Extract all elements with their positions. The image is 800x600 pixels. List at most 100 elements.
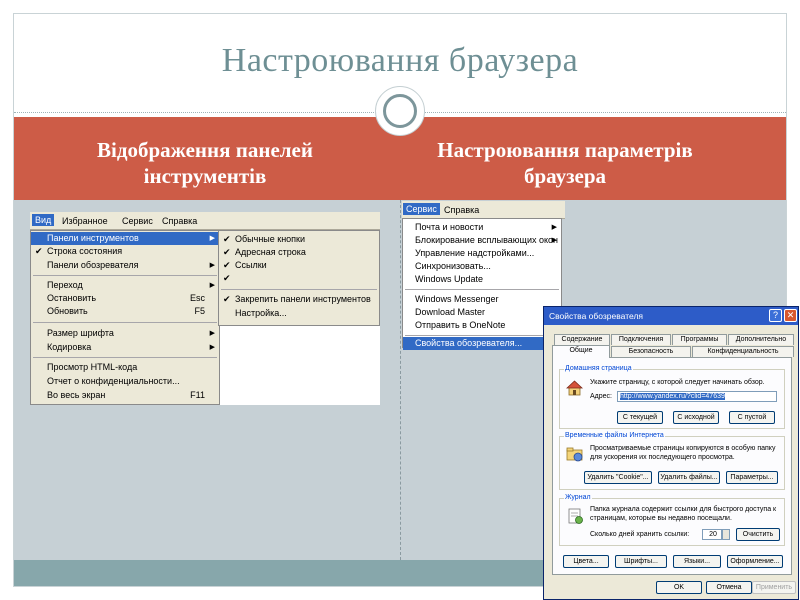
menu-separator [221,289,377,290]
internet-options-dialog: Свойства обозревателя ? ✕ Содержание Под… [543,306,799,600]
accessibility-button[interactable]: Оформление... [727,555,783,568]
arrow-right-icon: ▶ [209,344,215,351]
submenu-item-address-bar[interactable]: ✔ Адресная строка [219,246,379,259]
menu-item-explorer-bars[interactable]: Панели обозревателя ▶ [31,259,219,272]
delete-files-button[interactable]: Удалить файлы... [658,471,720,484]
decor-circle-inner [383,94,417,128]
menu-help[interactable]: Справка [444,205,479,215]
address-value: http://www.yandex.ru/?clid=47639 [620,393,725,400]
use-default-button[interactable]: С исходной [673,411,719,424]
menu-item-label: Переход [47,280,83,290]
menu-item-go-to[interactable]: Переход ▶ [31,279,219,292]
menu-item-label: Ссылки [235,260,267,270]
clear-history-button[interactable]: Очистить [736,528,780,541]
menu-view[interactable]: Вид [32,214,55,226]
menu-item-label: Почта и новости [415,222,484,232]
use-current-button[interactable]: С текущей [617,411,663,424]
temp-files-group: Временные файлы Интернета Просматриваемы… [559,432,785,490]
menu-item-label: Просмотр HTML-кода [47,362,138,372]
menu-item-refresh[interactable]: Обновить F5 [31,305,219,318]
menu-item-text-size[interactable]: Размер шрифта ▶ [31,327,219,340]
temp-description: Просматриваемые страницы копируются в ос… [590,445,776,461]
languages-button[interactable]: Языки... [673,555,721,568]
dialog-title-bar: Свойства обозревателя ? ✕ [544,307,798,325]
shortcut-key: F5 [194,306,205,316]
column-divider [400,200,401,560]
apply-button[interactable]: Применить [752,581,796,594]
menu-item-encoding[interactable]: Кодировка ▶ [31,341,219,354]
tab-privacy[interactable]: Конфиденциальность [692,346,794,357]
menu-item-label: Остановить [47,293,97,303]
submenu-item-lock-toolbars[interactable]: ✔ Закрепить панели инструментов [219,293,379,306]
history-days-label: Сколько дней хранить ссылки: [590,531,690,538]
tab-programs[interactable]: Программы [672,334,727,345]
right-column-header: Настроювання параметрів браузера [437,138,693,188]
menu-item-mail-news[interactable]: Почта и новости ▶ [403,221,561,234]
menu-item-internet-options[interactable]: Свойства обозревателя... [403,337,561,350]
menu-item-send-to-onenote[interactable]: Отправить в OneNote [403,319,561,332]
menu-item-label: Блокирование всплывающих окон [415,235,558,245]
menu-item-label: Управление надстройками... [415,248,535,258]
folder-icon [566,447,583,462]
settings-button[interactable]: Параметры... [726,471,778,484]
menu-separator [405,335,559,336]
history-description: Папка журнала содержит ссылки для быстро… [590,506,777,522]
menu-item-label: Download Master [415,307,486,317]
menu-item-full-screen[interactable]: Во весь экран F11 [31,389,219,402]
menu-item-privacy-report[interactable]: Отчет о конфиденциальности... [31,375,219,388]
tab-content[interactable]: Содержание [554,334,610,345]
check-icon: ✔ [223,260,231,270]
history-icon [568,508,583,524]
menu-item-label: Панели обозревателя [47,260,139,270]
page-blank-area [220,326,380,405]
arrow-right-icon: ▶ [209,235,215,242]
toolbars-submenu: ✔ Обычные кнопки ✔ Адресная строка ✔ Ссылки… [218,230,380,326]
menu-item-label: Адресная строка [235,247,306,257]
menu-item-manage-addons[interactable]: Управление надстройками... [403,247,561,260]
submenu-item-customize[interactable]: Настройка... [219,307,379,320]
tab-connections[interactable]: Подключения [611,334,671,345]
tools-dropdown: Почта и новости ▶ Блокирование всплывающи… [402,218,562,350]
check-icon: ✔ [223,273,231,283]
submenu-item-unlabeled[interactable]: ✔ [219,272,379,285]
close-icon[interactable]: ✕ [784,309,797,322]
shortcut-key: Esc [189,293,205,303]
menu-item-download-master[interactable]: Download Master [403,306,561,319]
menu-favorites[interactable]: Избранное [62,216,108,226]
menu-item-view-source[interactable]: Просмотр HTML-кода [31,361,219,374]
arrow-right-icon: ▶ [209,330,215,337]
tab-advanced[interactable]: Дополнительно [728,334,794,345]
delete-cookies-button[interactable]: Удалить "Cookie"... [584,471,652,484]
menu-item-stop[interactable]: Остановить Esc [31,292,219,305]
menu-item-label: Кодировка [47,342,92,352]
menu-item-toolbars[interactable]: Панели инструментов ▶ [31,232,219,245]
home-address-input[interactable]: http://www.yandex.ru/?clid=47639 [617,391,777,402]
menu-tools[interactable]: Сервис [122,216,153,226]
menu-help[interactable]: Справка [162,216,197,226]
check-icon: ✔ [35,246,43,256]
fonts-button[interactable]: Шрифты... [615,555,667,568]
check-icon: ✔ [223,234,231,244]
tab-general[interactable]: Общие [552,345,610,358]
use-blank-button[interactable]: С пустой [729,411,775,424]
left-column-header: Відображення панелей інструментів [97,138,313,188]
submenu-item-links[interactable]: ✔ Ссылки [219,259,379,272]
view-dropdown: Панели инструментов ▶ ✔ Строка состояния П… [30,230,220,405]
menu-item-synchronize[interactable]: Синхронизовать... [403,260,561,273]
cancel-button[interactable]: Отмена [706,581,752,594]
history-days-input[interactable]: 20 [702,529,722,540]
submenu-item-standard-buttons[interactable]: ✔ Обычные кнопки [219,233,379,246]
menu-item-windows-update[interactable]: Windows Update [403,273,561,286]
menu-item-status-bar[interactable]: ✔ Строка состояния [31,245,219,258]
tab-panel-general: Домашняя страница Укажите страницу, с ко… [552,357,792,575]
ok-button[interactable]: OK [656,581,702,594]
menu-item-popup-blocker[interactable]: Блокирование всплывающих окон ▶ [403,234,561,247]
help-icon[interactable]: ? [769,309,782,322]
arrow-right-icon: ▶ [209,282,215,289]
menu-item-windows-messenger[interactable]: Windows Messenger [403,293,561,306]
menu-item-label: Отчет о конфиденциальности... [47,376,180,386]
menu-tools[interactable]: Сервис [403,203,440,215]
colors-button[interactable]: Цвета... [563,555,609,568]
days-spinner[interactable] [722,529,730,540]
tab-security[interactable]: Безопасность [611,346,691,357]
